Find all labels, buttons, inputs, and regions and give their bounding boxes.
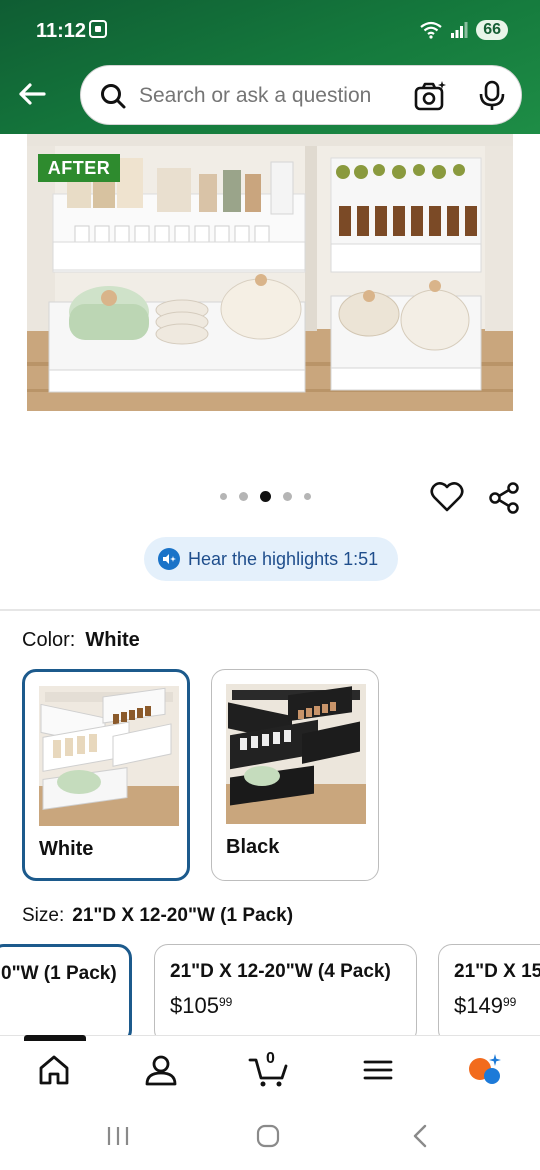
white-variant-image: [39, 686, 179, 826]
color-label: Color: White: [22, 629, 140, 652]
after-badge: AFTER: [38, 154, 120, 182]
selected-tab-indicator: [24, 1035, 86, 1041]
price-cents: 99: [502, 995, 517, 1009]
color-option-black[interactable]: Black: [211, 669, 379, 881]
size-option-price: $10599: [170, 993, 232, 1019]
color-label-text: Color:: [22, 629, 76, 651]
hear-highlights-button[interactable]: Hear the highlights 1:51: [144, 537, 398, 581]
search-bar[interactable]: [80, 65, 522, 126]
price-dollars: $105: [170, 993, 219, 1018]
color-option-label: Black: [226, 836, 280, 858]
home-button-icon[interactable]: [256, 1124, 280, 1148]
recent-apps-icon[interactable]: [106, 1125, 130, 1147]
back-arrow-icon[interactable]: [14, 76, 50, 112]
signal-icon: [451, 22, 468, 38]
highlights-label: Hear the highlights 1:51: [188, 548, 379, 569]
size-option-label: 0"W (1 Pack): [1, 963, 117, 984]
camera-search-icon[interactable]: [414, 80, 448, 112]
price-dollars: $149: [454, 993, 503, 1018]
system-back-icon[interactable]: [410, 1124, 430, 1148]
color-option-white[interactable]: White: [22, 669, 190, 881]
size-option-4-pack[interactable]: 21"D X 12-20"W (4 Pack) $10599: [154, 944, 417, 1044]
size-label-text: Size:: [22, 905, 65, 926]
carousel-dot-active[interactable]: [260, 491, 271, 502]
color-option-label: White: [39, 838, 94, 860]
size-option-label: 21"D X 15: [454, 961, 540, 982]
heart-icon[interactable]: [430, 481, 464, 513]
size-label: Size: 21"D X 12-20"W (1 Pack): [22, 905, 293, 927]
menu-icon[interactable]: [360, 1052, 396, 1088]
black-variant-image: [226, 684, 366, 824]
screen: 11:12 66 Search or ask a question AFTER …: [0, 0, 540, 1170]
carousel-dot[interactable]: [304, 493, 311, 500]
share-icon[interactable]: [487, 481, 521, 515]
carousel-indicator: [220, 491, 311, 502]
sparky-assistant-icon[interactable]: [466, 1052, 502, 1088]
size-option-third[interactable]: 21"D X 15 $14999: [438, 944, 540, 1044]
screen-record-icon: [89, 20, 107, 38]
home-icon[interactable]: [36, 1052, 72, 1088]
status-icons: 66: [420, 20, 508, 40]
audio-spark-icon: [158, 548, 180, 570]
size-option-label: 21"D X 12-20"W (4 Pack): [170, 961, 391, 982]
carousel-dot[interactable]: [283, 492, 292, 501]
system-navigation-bar: [0, 1105, 540, 1170]
wifi-icon: [420, 21, 442, 39]
price-cents: 99: [218, 995, 233, 1009]
carousel-dot[interactable]: [239, 492, 248, 501]
size-option-price: $14999: [454, 993, 516, 1019]
cart-count: 0: [266, 1050, 275, 1067]
account-icon[interactable]: [143, 1052, 179, 1088]
battery-indicator: 66: [476, 20, 508, 40]
search-input[interactable]: [139, 66, 399, 126]
color-selected: White: [85, 629, 140, 651]
bottom-navigation: [0, 1035, 540, 1105]
carousel-dot[interactable]: [220, 493, 227, 500]
size-selected: 21"D X 12-20"W (1 Pack): [72, 905, 294, 926]
app-header: 11:12 66: [0, 0, 540, 134]
section-divider: [0, 609, 540, 611]
search-icon: [101, 84, 126, 109]
microphone-icon[interactable]: [478, 80, 506, 112]
size-option-1-pack[interactable]: 0"W (1 Pack): [0, 944, 132, 1044]
status-time: 11:12: [36, 20, 87, 42]
